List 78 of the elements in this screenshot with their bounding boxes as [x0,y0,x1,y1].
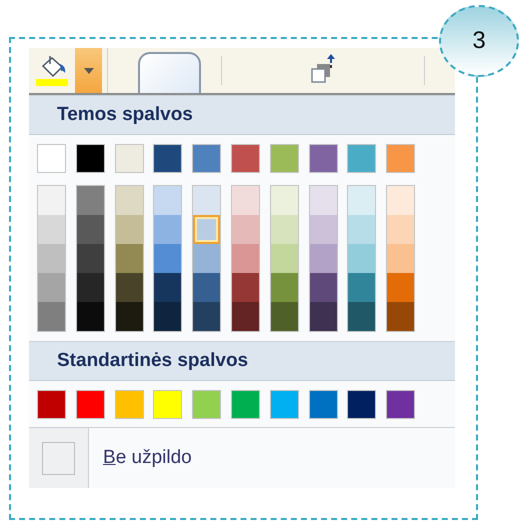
color-swatch[interactable] [232,244,259,273]
color-swatch[interactable] [348,273,376,302]
color-swatch[interactable] [114,144,144,173]
color-swatch[interactable] [310,273,337,302]
color-swatch[interactable] [76,244,104,273]
color-swatch[interactable] [386,390,416,419]
color-swatch[interactable] [76,186,104,215]
color-swatch[interactable] [154,302,182,331]
color-swatch[interactable] [232,273,259,302]
color-swatch[interactable] [154,186,182,215]
color-swatch[interactable] [348,302,376,331]
section-header: Temos spalvos [29,95,455,135]
color-swatch[interactable] [270,302,298,331]
dropdown-button[interactable] [75,48,102,93]
color-swatch[interactable] [348,186,376,215]
color-swatch[interactable] [270,390,299,419]
empty-swatch-icon [42,442,75,474]
color-swatch[interactable] [270,273,298,302]
color-swatch[interactable] [387,186,414,215]
color-swatch[interactable] [116,215,143,244]
color-swatch[interactable] [348,244,376,273]
color-swatch[interactable] [38,215,65,244]
no-fill-option[interactable]: Be užpildo [103,447,192,469]
color-swatch[interactable] [116,186,143,215]
color-swatch[interactable] [230,390,260,419]
color-swatch[interactable] [387,302,414,331]
color-swatch[interactable] [308,390,338,419]
color-swatch[interactable] [38,302,65,331]
color-swatch[interactable] [193,244,220,273]
color-swatch[interactable] [37,390,66,419]
shape-style-button[interactable] [138,52,201,93]
color-swatch[interactable] [232,215,259,244]
color-swatch[interactable] [154,244,182,273]
color-swatch[interactable] [192,390,222,419]
color-swatch[interactable] [193,302,220,331]
color-swatch[interactable] [76,390,105,419]
color-swatch[interactable] [310,302,337,331]
color-swatch[interactable] [193,273,220,302]
color-swatch[interactable] [270,144,299,173]
color-swatch[interactable] [116,244,143,273]
color-swatch[interactable] [116,302,143,331]
color-swatch[interactable] [387,215,414,244]
color-swatch[interactable] [232,186,259,215]
color-swatch[interactable] [308,144,338,173]
color-swatch[interactable] [153,390,182,419]
color-swatch[interactable] [153,144,182,173]
color-swatch[interactable] [38,273,65,302]
color-swatch[interactable] [387,273,414,302]
color-swatch[interactable] [387,244,414,273]
color-swatch[interactable] [37,144,66,173]
color-swatch[interactable] [386,144,416,173]
caret-icon [84,68,94,74]
color-swatch[interactable] [232,302,259,331]
color-swatch[interactable] [38,186,65,215]
color-swatch[interactable] [114,390,144,419]
color-swatch[interactable] [193,186,220,215]
color-swatch[interactable] [270,186,298,215]
color-swatch[interactable] [270,244,298,273]
color-swatch[interactable] [310,215,337,244]
section-header: Standartinės spalvos [29,341,455,381]
color-swatch[interactable] [270,215,298,244]
step-callout: 3 [439,5,519,77]
color-swatch[interactable] [348,215,376,244]
color-swatch[interactable] [38,244,65,273]
color-swatch[interactable] [310,186,337,215]
color-swatch[interactable] [116,273,143,302]
color-swatch[interactable] [76,215,104,244]
color-swatch[interactable] [347,390,376,419]
color-swatch[interactable] [347,144,376,173]
color-swatch[interactable] [193,215,220,244]
color-swatch[interactable] [310,244,337,273]
color-swatch[interactable] [154,273,182,302]
color-swatch[interactable] [76,273,104,302]
color-swatch[interactable] [192,144,222,173]
color-swatch[interactable] [230,144,260,173]
color-swatch[interactable] [154,215,182,244]
color-swatch[interactable] [76,302,104,331]
color-swatch[interactable] [76,144,105,173]
